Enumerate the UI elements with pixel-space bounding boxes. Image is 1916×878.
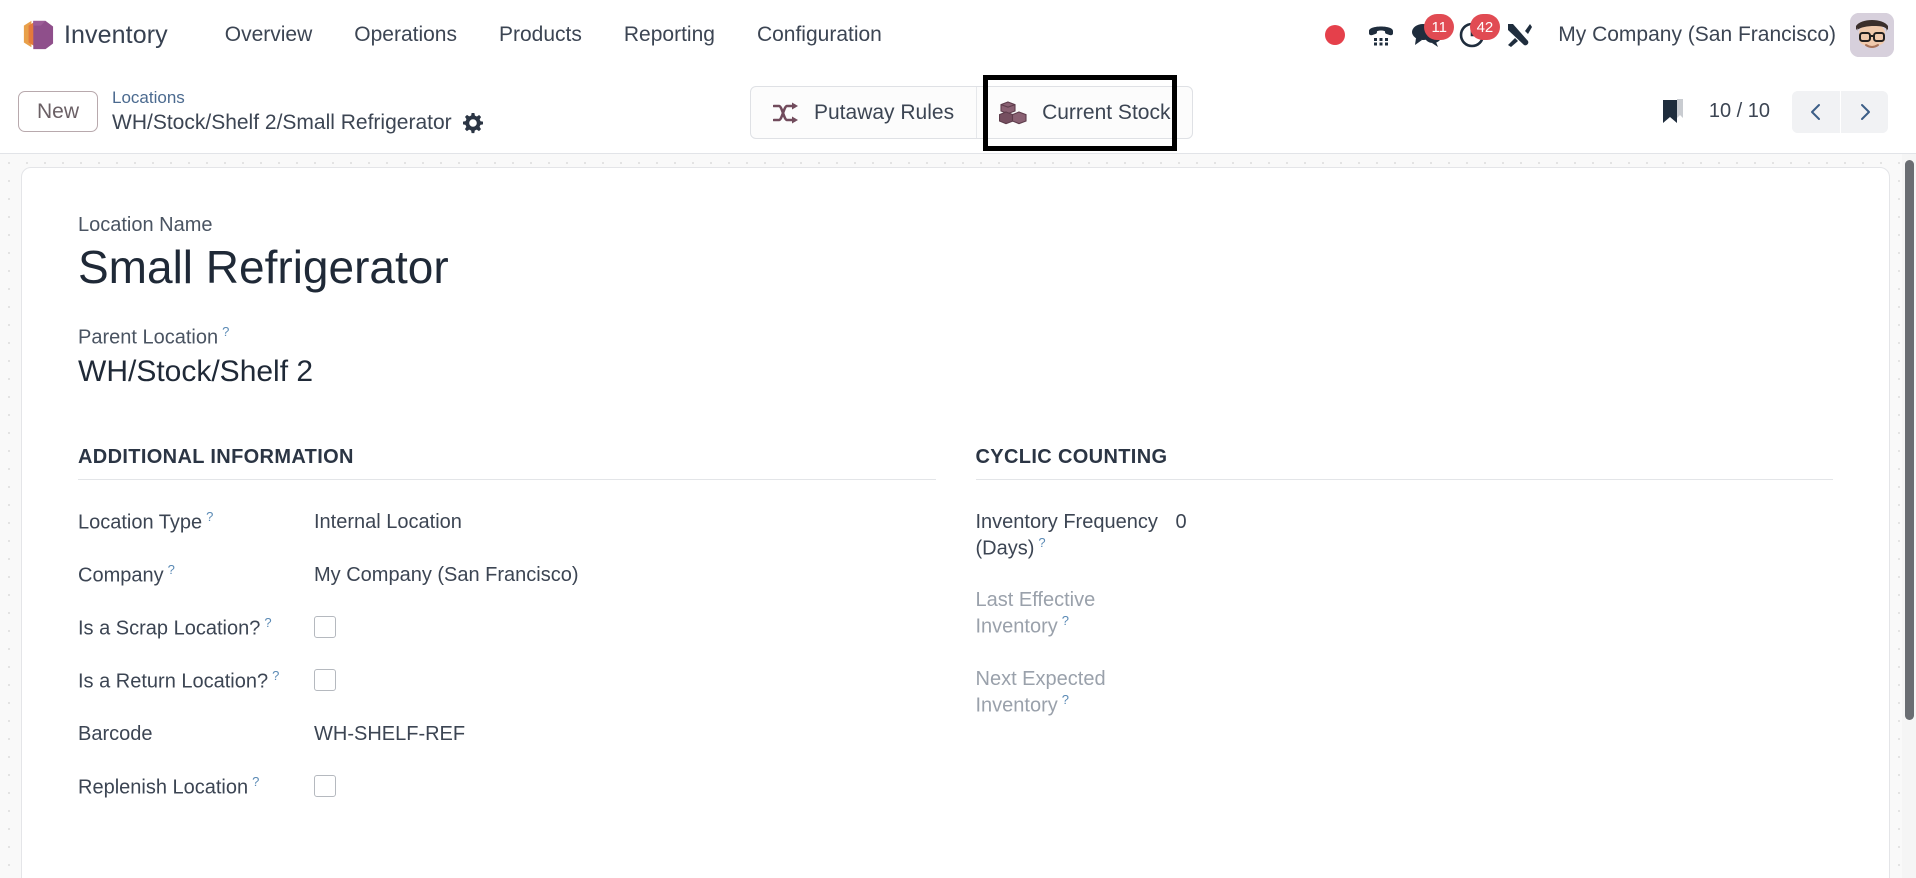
boxes-icon [999, 100, 1027, 124]
checkbox-replenish-location[interactable] [314, 774, 336, 797]
stat-button-current-stock[interactable]: Current Stock [976, 87, 1192, 138]
stat-button-putaway-rules-label: Putaway Rules [814, 100, 955, 124]
label-scrap-location-text: Is a Scrap Location? [78, 617, 261, 640]
new-button[interactable]: New [18, 90, 99, 133]
top-navbar: Inventory Overview Operations Products R… [0, 0, 1916, 70]
location-name-label: Location Name [78, 214, 213, 236]
section-title-cyclic-counting: CYCLIC COUNTING [975, 446, 1833, 480]
chevron-right-icon [1860, 103, 1870, 120]
help-icon-location-type[interactable]: ? [206, 509, 213, 524]
dialpad-button[interactable] [1358, 12, 1404, 58]
checkbox-scrap-location[interactable] [314, 615, 336, 638]
stat-button-putaway-rules[interactable]: Putaway Rules [751, 87, 976, 138]
vertical-scrollbar-thumb[interactable] [1905, 160, 1914, 720]
pager-previous-button[interactable] [1792, 90, 1840, 133]
app-name[interactable]: Inventory [64, 21, 168, 50]
field-row-scrap-location: Is a Scrap Location?? [78, 612, 936, 642]
label-last-effective-inventory-text: Last Effective Inventory [975, 589, 1096, 638]
inventory-box-icon[interactable] [22, 17, 54, 53]
section-title-additional-information: ADDITIONAL INFORMATION [78, 446, 936, 480]
field-row-return-location: Is a Return Location?? [78, 665, 936, 695]
label-next-expected-inventory: Next Expected Inventory? [976, 663, 1176, 719]
label-inventory-frequency: Inventory Frequency (Days)? [976, 506, 1176, 562]
pager-nav [1792, 90, 1888, 133]
checkbox-return-location[interactable] [314, 668, 336, 691]
form-sheet: Location Name Small Refrigerator Parent … [21, 167, 1890, 878]
field-row-next-expected-inventory: Next Expected Inventory? [976, 663, 1834, 719]
help-icon-inventory-frequency[interactable]: ? [1038, 535, 1045, 550]
field-row-inventory-frequency: Inventory Frequency (Days)? 0 [976, 506, 1834, 562]
menu-item-reporting[interactable]: Reporting [603, 17, 736, 53]
field-row-company: Company? My Company (San Francisco) [78, 559, 936, 589]
systray: 11 42 My Company (San Francisco) [1312, 12, 1902, 58]
pager-area: 10 / 10 [1659, 90, 1898, 133]
menu-item-operations[interactable]: Operations [333, 17, 478, 53]
label-company-text: Company [78, 564, 164, 587]
help-icon-company[interactable]: ? [168, 562, 175, 577]
breadcrumb-parent-locations[interactable]: Locations [112, 87, 484, 109]
help-icon-return-location[interactable]: ? [272, 668, 279, 683]
label-return-location-text: Is a Return Location? [78, 670, 269, 693]
parent-location-label-text: Parent Location [78, 326, 219, 349]
label-return-location: Is a Return Location?? [78, 665, 314, 695]
field-row-location-type: Location Type? Internal Location [78, 506, 936, 536]
additional-information-group: ADDITIONAL INFORMATION Location Type? In… [78, 446, 936, 824]
value-location-type[interactable]: Internal Location [314, 506, 462, 535]
debug-tools-button[interactable] [1496, 12, 1542, 58]
chevron-left-icon [1811, 103, 1820, 120]
menu-item-configuration[interactable]: Configuration [736, 17, 903, 53]
label-replenish-location: Replenish Location? [78, 771, 314, 801]
record-dot-icon [1325, 25, 1346, 45]
tools-wrench-icon [1508, 24, 1533, 47]
stat-button-current-stock-label: Current Stock [1042, 100, 1171, 124]
help-icon-scrap-location[interactable]: ? [264, 615, 271, 630]
value-inventory-frequency[interactable]: 0 [1176, 506, 1187, 535]
activities-button[interactable]: 42 [1450, 12, 1501, 58]
value-barcode[interactable]: WH-SHELF-REF [314, 718, 465, 747]
label-scrap-location: Is a Scrap Location?? [78, 612, 314, 642]
parent-location-value[interactable]: WH/Stock/Shelf 2 [78, 354, 1833, 390]
value-company[interactable]: My Company (San Francisco) [314, 559, 579, 588]
label-last-effective-inventory: Last Effective Inventory? [976, 584, 1176, 640]
label-next-expected-inventory-text: Next Expected Inventory [975, 667, 1106, 717]
field-row-barcode: Barcode WH-SHELF-REF [78, 718, 936, 748]
help-icon-next-expected-inventory[interactable]: ? [1062, 692, 1069, 707]
label-replenish-location-text: Replenish Location [78, 776, 249, 799]
control-panel: New Locations WH/Stock/Shelf 2/Small Ref… [0, 70, 1916, 154]
pager-next-button[interactable] [1840, 90, 1888, 133]
parent-location-label: Parent Location? [78, 324, 1833, 351]
label-company: Company? [78, 559, 314, 589]
company-switcher[interactable]: My Company (San Francisco) [1558, 23, 1836, 47]
help-icon-parent-location[interactable]: ? [222, 324, 229, 339]
cyclic-counting-group: CYCLIC COUNTING Inventory Frequency (Day… [975, 446, 1834, 824]
label-barcode: Barcode [78, 718, 314, 747]
main-menu: Overview Operations Products Reporting C… [204, 17, 903, 53]
menu-item-overview[interactable]: Overview [204, 17, 334, 53]
label-inventory-frequency-text: Inventory Frequency (Days) [975, 510, 1158, 560]
breadcrumb-current: WH/Stock/Shelf 2/Small Refrigerator [112, 110, 484, 136]
label-barcode-text: Barcode [78, 722, 153, 745]
field-row-replenish-location: Replenish Location? [78, 771, 936, 801]
help-icon-replenish-location[interactable]: ? [252, 774, 259, 789]
label-location-type-text: Location Type [78, 511, 203, 534]
shuffle-icon [773, 102, 798, 123]
breadcrumb-current-label: WH/Stock/Shelf 2/Small Refrigerator [112, 110, 452, 134]
gear-icon[interactable] [462, 112, 484, 134]
form-columns: ADDITIONAL INFORMATION Location Type? In… [78, 446, 1833, 824]
breadcrumb: Locations WH/Stock/Shelf 2/Small Refrige… [112, 87, 484, 136]
menu-item-products[interactable]: Products [478, 17, 603, 53]
avatar[interactable] [1850, 13, 1894, 57]
pager-count[interactable]: 10 / 10 [1709, 100, 1770, 123]
location-name-value[interactable]: Small Refrigerator [78, 241, 1833, 294]
record-indicator-button[interactable] [1312, 12, 1358, 58]
bookmark-icon[interactable] [1659, 97, 1687, 127]
messages-button[interactable]: 11 [1404, 12, 1455, 58]
form-background: Location Name Small Refrigerator Parent … [0, 154, 1916, 878]
phone-dialpad-icon [1369, 26, 1394, 46]
field-row-last-effective-inventory: Last Effective Inventory? [976, 584, 1834, 640]
stat-buttons: Putaway Rules Current Stock [750, 75, 1194, 151]
label-location-type: Location Type? [78, 506, 314, 536]
help-icon-last-effective-inventory[interactable]: ? [1062, 613, 1069, 628]
